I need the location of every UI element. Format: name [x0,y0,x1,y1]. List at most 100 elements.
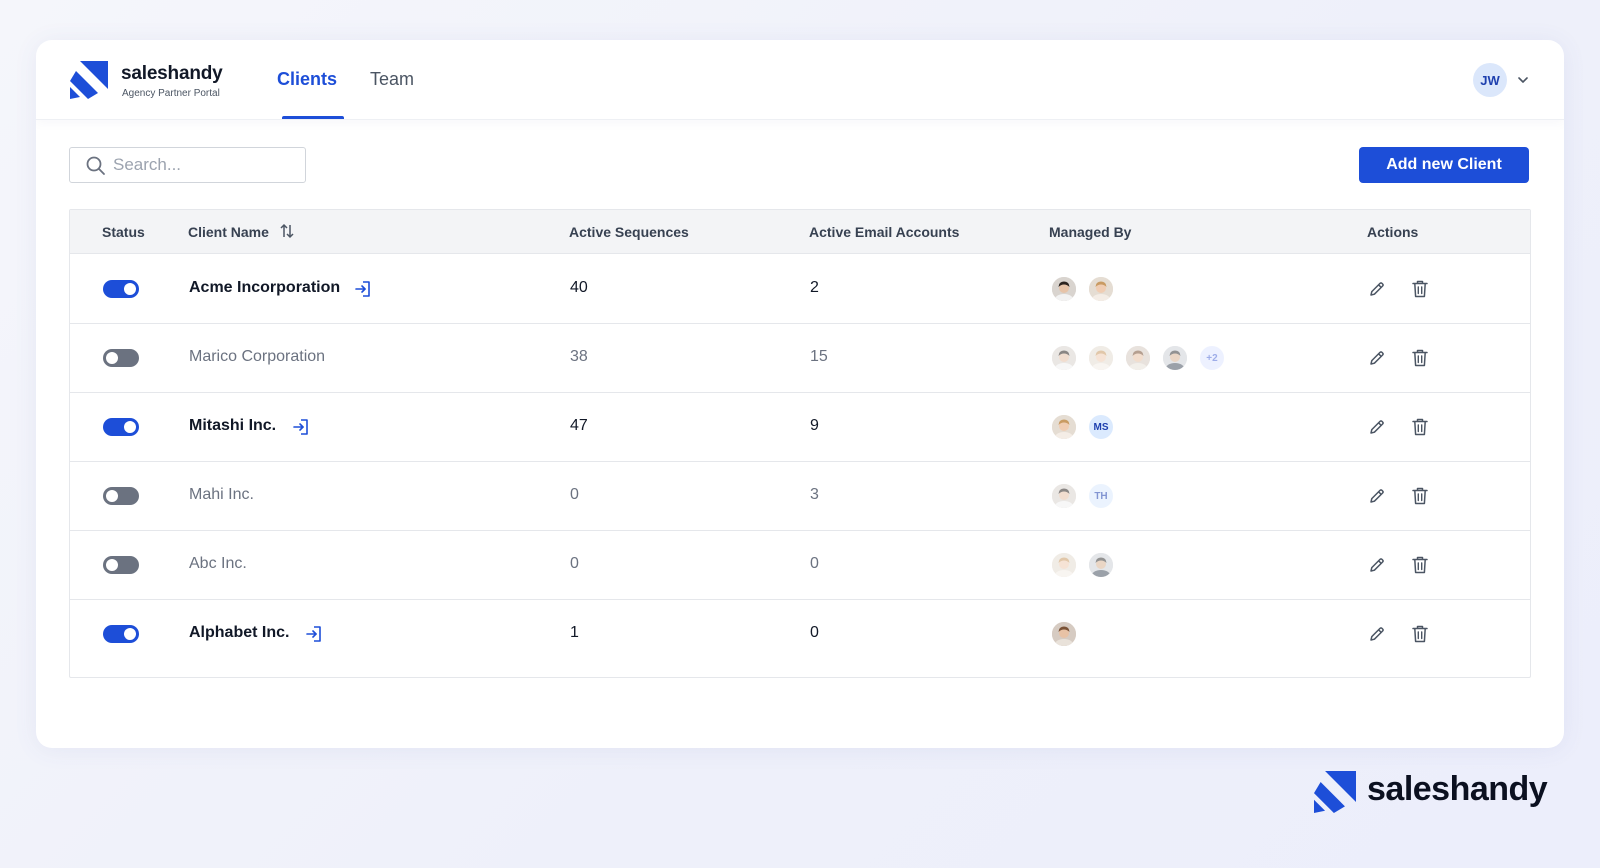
toggle-knob [106,352,118,364]
user-avatar[interactable]: JW [1473,63,1507,97]
brand-subtitle: Agency Partner Portal [122,88,220,99]
trash-icon[interactable] [1411,279,1429,299]
brand-name: saleshandy [121,63,223,84]
person-photo-icon [1052,415,1076,439]
manager-avatar[interactable] [1124,344,1152,372]
footer-brand-name: saleshandy [1367,770,1548,808]
toggle-knob [106,490,118,502]
active-sequences-value: 38 [570,348,588,365]
manager-avatar[interactable] [1087,344,1115,372]
status-toggle[interactable] [103,487,139,505]
status-toggle[interactable] [103,418,139,436]
more-managers-badge[interactable]: +2 [1198,344,1226,372]
login-icon[interactable] [292,418,310,436]
table-row: Mahi Inc. 0 3 TH [70,461,1530,531]
status-toggle[interactable] [103,625,139,643]
header-actions: Actions [1367,224,1419,240]
person-photo-icon [1052,346,1076,370]
table-row: Alphabet Inc. 1 0 [70,599,1530,669]
manager-avatar[interactable] [1050,620,1078,648]
client-name[interactable]: Acme Incorporation [189,279,340,297]
status-toggle[interactable] [103,349,139,367]
sort-icon[interactable] [280,223,294,239]
active-sequences-value: 40 [570,279,588,296]
table-header: Status Client Name Active Sequences Acti… [70,210,1530,254]
client-name[interactable]: Mahi Inc. [189,486,254,504]
search-box[interactable] [69,147,306,183]
active-email-accounts-value: 2 [810,279,819,296]
active-sequences-value: 0 [570,555,579,572]
tab-clients[interactable]: Clients [277,69,337,90]
manager-avatar[interactable] [1050,275,1078,303]
trash-icon[interactable] [1411,417,1429,437]
trash-icon[interactable] [1411,624,1429,644]
pencil-icon[interactable] [1368,625,1386,643]
person-photo-icon [1089,553,1113,577]
person-photo-icon [1126,346,1150,370]
toggle-knob [124,421,136,433]
pencil-icon[interactable] [1368,349,1386,367]
header-active-email-accounts: Active Email Accounts [809,224,960,240]
pencil-icon[interactable] [1368,418,1386,436]
client-name[interactable]: Mitashi Inc. [189,417,276,435]
header-status: Status [102,224,145,240]
status-toggle[interactable] [103,556,139,574]
table-row: Acme Incorporation 40 2 [70,254,1530,324]
main-card: saleshandy Agency Partner Portal Clients… [36,40,1564,748]
client-name[interactable]: Marico Corporation [189,348,325,366]
status-toggle[interactable] [103,280,139,298]
tab-team[interactable]: Team [370,69,414,90]
active-sequences-value: 47 [570,417,588,434]
trash-icon[interactable] [1411,348,1429,368]
active-email-accounts-value: 0 [810,624,819,641]
person-photo-icon [1089,277,1113,301]
toggle-knob [106,559,118,571]
manager-initials-avatar[interactable]: MS [1087,413,1115,441]
active-sequences-value: 1 [570,624,579,641]
header-client-name[interactable]: Client Name [188,224,269,240]
top-navbar: saleshandy Agency Partner Portal Clients… [36,40,1564,120]
manager-avatar[interactable] [1161,344,1189,372]
active-email-accounts-value: 15 [810,348,828,365]
manager-avatar[interactable] [1050,551,1078,579]
active-sequences-value: 0 [570,486,579,503]
table-row: Marico Corporation 38 15 +2 [70,323,1530,393]
clients-table: Status Client Name Active Sequences Acti… [69,209,1531,678]
manager-avatar[interactable] [1050,344,1078,372]
trash-icon[interactable] [1411,555,1429,575]
pencil-icon[interactable] [1368,280,1386,298]
header-active-sequences: Active Sequences [569,224,689,240]
person-photo-icon [1089,346,1113,370]
toggle-knob [124,628,136,640]
manager-initials-avatar[interactable]: TH [1087,482,1115,510]
chevron-down-icon[interactable] [1517,74,1529,86]
active-email-accounts-value: 9 [810,417,819,434]
manager-avatar[interactable] [1087,551,1115,579]
add-new-client-button[interactable]: Add new Client [1359,147,1529,183]
header-managed-by: Managed By [1049,224,1132,240]
person-photo-icon [1052,622,1076,646]
login-icon[interactable] [305,625,323,643]
login-icon[interactable] [354,280,372,298]
client-name[interactable]: Alphabet Inc. [189,624,289,642]
trash-icon[interactable] [1411,486,1429,506]
pencil-icon[interactable] [1368,487,1386,505]
manager-avatar[interactable] [1050,482,1078,510]
person-photo-icon [1052,277,1076,301]
footer-saleshandy-logo [1314,771,1356,813]
person-photo-icon [1052,553,1076,577]
person-photo-icon [1163,346,1187,370]
active-email-accounts-value: 0 [810,555,819,572]
active-email-accounts-value: 3 [810,486,819,503]
pencil-icon[interactable] [1368,556,1386,574]
person-photo-icon [1052,484,1076,508]
manager-avatar[interactable] [1050,413,1078,441]
saleshandy-logo[interactable] [70,61,108,99]
table-row: Abc Inc. 0 0 [70,530,1530,600]
search-input[interactable] [113,148,298,182]
toggle-knob [124,283,136,295]
active-tab-indicator [282,116,344,119]
manager-avatar[interactable] [1087,275,1115,303]
client-name[interactable]: Abc Inc. [189,555,247,573]
table-row: Mitashi Inc. 47 9 MS [70,392,1530,462]
